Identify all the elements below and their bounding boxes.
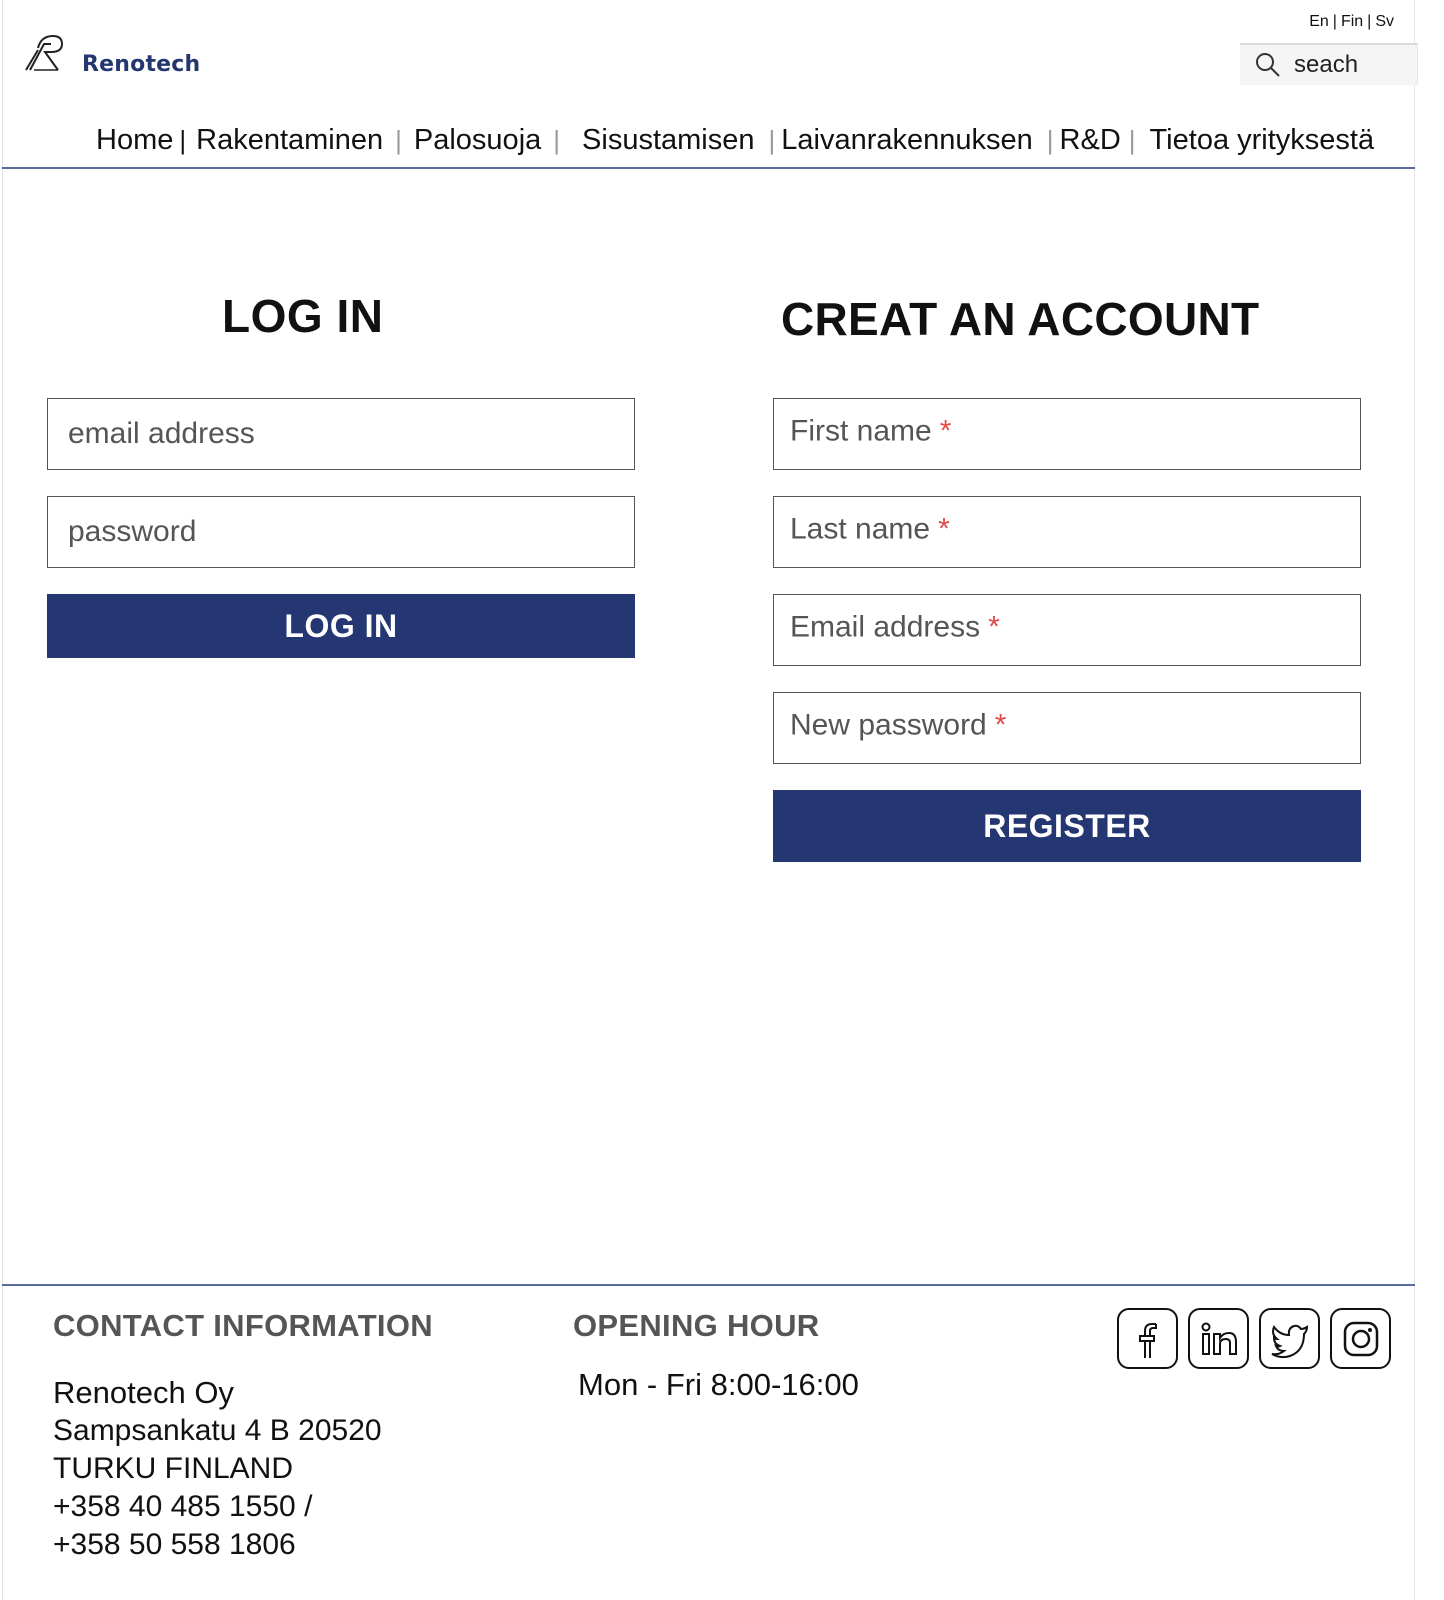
login-password-field[interactable]	[47, 496, 635, 568]
nav-item-tietoa[interactable]: Tietoa yrityksestä	[1150, 124, 1375, 157]
register-title: CREAT AN ACCOUNT	[781, 293, 1260, 345]
instagram-icon[interactable]	[1330, 1308, 1391, 1369]
nav-item-rakentaminen[interactable]: Rakentaminen	[196, 124, 383, 157]
language-switcher: En | Fin | Sv	[1309, 13, 1394, 31]
nav-separator: |	[768, 125, 776, 155]
contact-details: Renotech Oy Sampsankatu 4 B 20520 TURKU …	[53, 1374, 382, 1564]
nav-item-sisustamisen[interactable]: Sisustamisen	[582, 124, 754, 157]
new-password-input[interactable]	[774, 693, 1360, 763]
login-email-input[interactable]	[48, 399, 634, 469]
search-box[interactable]	[1240, 43, 1418, 85]
lang-sv[interactable]: Sv	[1375, 13, 1394, 31]
login-button[interactable]: LOG IN	[47, 594, 635, 658]
first-name-input[interactable]	[774, 399, 1360, 469]
nav-separator: |	[179, 125, 187, 155]
login-email-field[interactable]	[47, 398, 635, 470]
address-line2: TURKU FINLAND	[53, 1452, 294, 1485]
register-email-input[interactable]	[774, 595, 1360, 665]
address-line1: Sampsankatu 4 B 20520	[53, 1414, 382, 1447]
last-name-field[interactable]: Last name *	[773, 496, 1361, 568]
new-password-field[interactable]: New password *	[773, 692, 1361, 764]
opening-title: OPENING HOUR	[573, 1308, 820, 1343]
last-name-input[interactable]	[774, 497, 1360, 567]
nav-item-rd[interactable]: R&D	[1060, 124, 1121, 157]
facebook-icon[interactable]	[1117, 1308, 1178, 1369]
logo-icon	[25, 34, 64, 71]
nav-separator: |	[395, 125, 402, 155]
twitter-icon[interactable]	[1259, 1308, 1320, 1369]
search-icon	[1256, 53, 1280, 77]
lang-fin[interactable]: Fin	[1341, 13, 1363, 31]
nav-item-home[interactable]: Home	[96, 124, 173, 157]
nav-item-palosuoja[interactable]: Palosuoja	[414, 124, 541, 157]
first-name-field[interactable]: First name *	[773, 398, 1361, 470]
lang-separator: |	[1367, 13, 1372, 30]
search-input[interactable]	[1294, 51, 1404, 79]
company-name: Renotech Oy	[53, 1375, 234, 1410]
lang-separator: |	[1332, 13, 1337, 30]
login-title: LOG IN	[222, 290, 384, 342]
lang-en[interactable]: En	[1309, 13, 1329, 31]
login-password-input[interactable]	[48, 497, 634, 567]
phone-2[interactable]: +358 50 558 1806	[53, 1526, 382, 1564]
nav-separator: |	[1128, 125, 1136, 155]
register-button[interactable]: REGISTER	[773, 790, 1361, 862]
opening-hours: Mon - Fri 8:00-16:00	[578, 1367, 859, 1402]
logo[interactable]	[24, 30, 66, 74]
brand-name[interactable]: Renotech	[82, 52, 200, 77]
nav-separator: |	[1046, 125, 1054, 155]
linkedin-icon[interactable]	[1188, 1308, 1249, 1369]
header-divider	[2, 167, 1415, 169]
nav-separator: |	[553, 125, 561, 155]
register-email-field[interactable]: Email address *	[773, 594, 1361, 666]
contact-title: CONTACT INFORMATION	[53, 1308, 433, 1343]
footer-divider	[2, 1284, 1415, 1286]
phone-1[interactable]: +358 40 485 1550 /	[53, 1488, 382, 1526]
main-nav: Home | Rakentaminen | Palosuoja | Sisust…	[96, 124, 1374, 157]
nav-item-laivanrakennuksen[interactable]: Laivanrakennuksen	[781, 124, 1033, 157]
